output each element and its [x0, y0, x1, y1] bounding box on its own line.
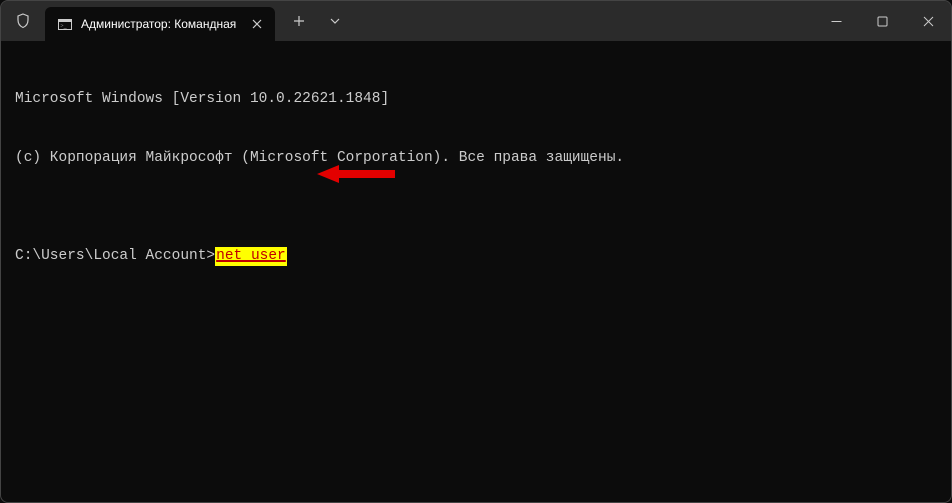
tab-active[interactable]: >_ Администратор: Командная [45, 7, 275, 41]
titlebar: >_ Администратор: Командная [1, 1, 951, 41]
terminal-body[interactable]: Microsoft Windows [Version 10.0.22621.18… [1, 41, 951, 502]
cmd-icon: >_ [57, 16, 73, 32]
shield-icon [1, 1, 45, 41]
terminal-window: >_ Администратор: Командная [0, 0, 952, 503]
terminal-line: Microsoft Windows [Version 10.0.22621.18… [15, 90, 937, 110]
close-button[interactable] [905, 1, 951, 41]
close-tab-button[interactable] [249, 16, 265, 32]
titlebar-left: >_ Администратор: Командная [1, 1, 351, 41]
window-controls [813, 1, 951, 41]
tab-dropdown-button[interactable] [319, 5, 351, 37]
maximize-button[interactable] [859, 1, 905, 41]
svg-text:>_: >_ [60, 23, 67, 29]
tab-title: Администратор: Командная [81, 17, 241, 31]
terminal-line: (c) Корпорация Майкрософт (Microsoft Cor… [15, 149, 937, 169]
prompt-text: C:\Users\Local Account> [15, 247, 215, 267]
highlighted-command: net user [215, 247, 287, 267]
new-tab-button[interactable] [283, 5, 315, 37]
minimize-button[interactable] [813, 1, 859, 41]
new-tab-area [275, 1, 351, 41]
terminal-prompt-line: C:\Users\Local Account>net user [15, 247, 937, 267]
